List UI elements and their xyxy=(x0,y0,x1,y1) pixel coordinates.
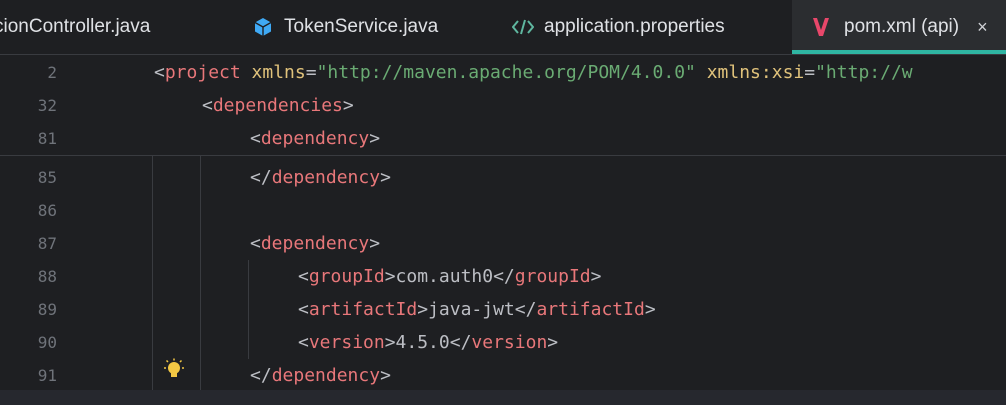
code-token: </ xyxy=(514,299,537,320)
code-token: </ xyxy=(449,332,472,353)
code-text: </dependency> xyxy=(250,161,391,194)
code-line: 88 <groupId>com.auth0</groupId> xyxy=(0,260,1006,293)
code-token: < xyxy=(298,266,309,287)
tab-label: cionController.java xyxy=(0,16,151,37)
code-line: 90 <version>4.5.0</version> xyxy=(0,326,1006,359)
code-text: <version>4.5.0</version> xyxy=(298,326,558,359)
xml-tag-name: groupId xyxy=(308,266,385,287)
line-number: 91 xyxy=(37,366,57,385)
code-text: <dependency> xyxy=(250,122,380,155)
code-token: com.auth0 xyxy=(395,266,494,287)
tab-token-service[interactable]: TokenService.java xyxy=(252,0,492,54)
code-token: > xyxy=(384,332,396,353)
tab-pom-xml[interactable]: pom.xml (api) × xyxy=(792,0,1006,54)
next-line-partial xyxy=(0,390,1006,405)
xml-tag-name: dependencies xyxy=(212,95,343,116)
xml-tag-name: dependency xyxy=(260,233,370,254)
xml-tag-name: project xyxy=(164,62,252,83)
tab-label: TokenService.java xyxy=(284,16,439,37)
code-line: 87 <dependency> xyxy=(0,227,1006,260)
string-literal: "http://maven.apache.org/POM/4.0.0" xyxy=(316,62,696,83)
xml-tag-name: dependency xyxy=(271,365,381,386)
code-line: 32 <dependencies> xyxy=(0,89,1006,122)
code-token: > xyxy=(547,332,559,353)
line-number: 81 xyxy=(37,129,57,148)
code-token: > xyxy=(590,266,602,287)
code-text: <artifactId>java-jwt</artifactId> xyxy=(298,293,656,326)
indent-guide xyxy=(152,156,153,390)
code-token: > xyxy=(644,299,656,320)
xml-tag-name: artifactId xyxy=(536,299,645,320)
xml-tag-name: groupId xyxy=(514,266,591,287)
code-token: = xyxy=(804,62,816,83)
xml-tag-name: dependency xyxy=(271,167,381,188)
code-token: java-jwt xyxy=(428,299,515,320)
code-token: < xyxy=(298,332,309,353)
code-token: > xyxy=(384,266,396,287)
line-number: 87 xyxy=(37,234,57,253)
code-line: 2 <project xmlns="http://maven.apache.org… xyxy=(0,56,1006,89)
code-text: <project xmlns="http://maven.apache.org/… xyxy=(154,56,913,89)
lightbulb-icon[interactable] xyxy=(163,358,185,382)
tab-label: pom.xml (api) xyxy=(844,16,960,37)
line-number: 2 xyxy=(47,63,57,82)
code-token: < xyxy=(154,62,165,83)
maven-v-icon xyxy=(810,16,832,38)
code-line: 91 </dependency> xyxy=(0,359,1006,392)
indent-guide xyxy=(200,156,201,390)
tab-application-properties[interactable]: application.properties xyxy=(512,0,782,54)
line-number: 90 xyxy=(37,333,57,352)
code-token: > xyxy=(380,167,391,188)
code-token: </ xyxy=(250,167,272,188)
code-text: <groupId>com.auth0</groupId> xyxy=(298,260,601,293)
code-line: 86 xyxy=(0,194,1006,227)
cube-icon xyxy=(252,16,274,38)
code-token: < xyxy=(250,233,261,254)
xml-tag-name: artifactId xyxy=(308,299,418,320)
code-text: <dependency> xyxy=(250,227,380,260)
code-line: 81 <dependency> xyxy=(0,122,1006,155)
line-number: 88 xyxy=(37,267,57,286)
line-number: 32 xyxy=(37,96,57,115)
code-token: </ xyxy=(493,266,515,287)
code-editor[interactable]: 2 <project xmlns="http://maven.apache.org… xyxy=(0,55,1006,405)
line-number: 86 xyxy=(37,201,57,220)
code-token: > xyxy=(417,299,429,320)
line-number: 85 xyxy=(37,168,57,187)
code-token: > xyxy=(369,128,381,149)
xml-tag-name: dependency xyxy=(260,128,370,149)
properties-code-icon xyxy=(512,16,534,38)
attribute-name: xmlns xyxy=(251,62,306,83)
attribute-name: xmlns:xsi xyxy=(695,62,805,83)
code-text: </dependency> xyxy=(250,359,391,392)
indent-guide xyxy=(248,260,249,359)
code-token: </ xyxy=(250,365,272,386)
xml-tag-name: version xyxy=(471,332,548,353)
tab-cion-controller[interactable]: cionController.java xyxy=(0,0,230,54)
code-token: > xyxy=(342,95,354,116)
code-token: > xyxy=(369,233,381,254)
code-token: = xyxy=(305,62,317,83)
code-token: > xyxy=(380,365,391,386)
code-token: < xyxy=(202,95,213,116)
code-line: 85 </dependency> xyxy=(0,161,1006,194)
code-line: 89 <artifactId>java-jwt</artifactId> xyxy=(0,293,1006,326)
active-tab-indicator xyxy=(792,50,1006,54)
string-literal: "http://w xyxy=(815,62,913,83)
code-text: <dependencies> xyxy=(202,89,354,122)
close-icon[interactable]: × xyxy=(977,17,988,38)
xml-tag-name: version xyxy=(308,332,385,353)
code-token: < xyxy=(298,299,309,320)
code-token: < xyxy=(250,128,261,149)
tab-label: application.properties xyxy=(544,16,725,37)
code-token: 4.5.0 xyxy=(395,332,450,353)
editor-tab-bar: cionController.java TokenService.java ap… xyxy=(0,0,1006,55)
sticky-lines-header: 2 <project xmlns="http://maven.apache.org… xyxy=(0,55,1006,156)
line-number: 89 xyxy=(37,300,57,319)
